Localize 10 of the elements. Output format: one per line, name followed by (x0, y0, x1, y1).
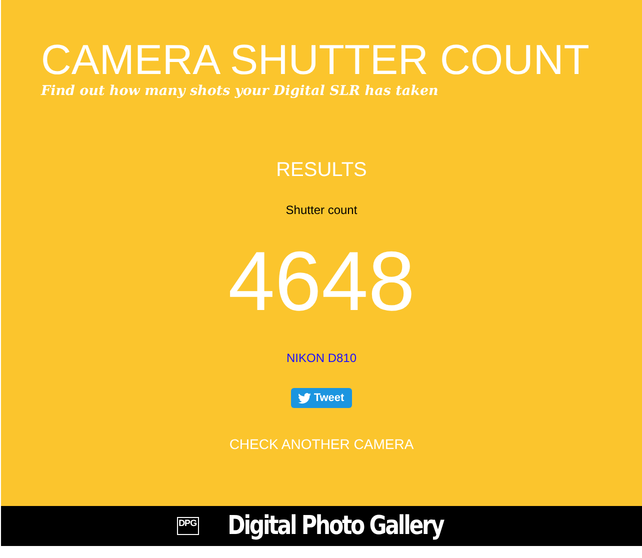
camera-model-link[interactable]: NIKON D810 (286, 351, 357, 365)
tweet-button[interactable]: Tweet (290, 388, 352, 408)
logo-mark: DPG (176, 517, 199, 535)
brand-name: Digital Photo Gallery (227, 511, 443, 541)
bird-icon (298, 392, 311, 404)
shutter-count-value: 4648 (228, 239, 415, 323)
page-subtitle: Find out how many shots your Digital SLR has taken (41, 83, 438, 99)
shutter-count-label: Shutter count (286, 203, 358, 217)
page-title: CAMERA SHUTTER COUNT (41, 38, 590, 82)
results-heading: RESULTS (276, 159, 367, 182)
